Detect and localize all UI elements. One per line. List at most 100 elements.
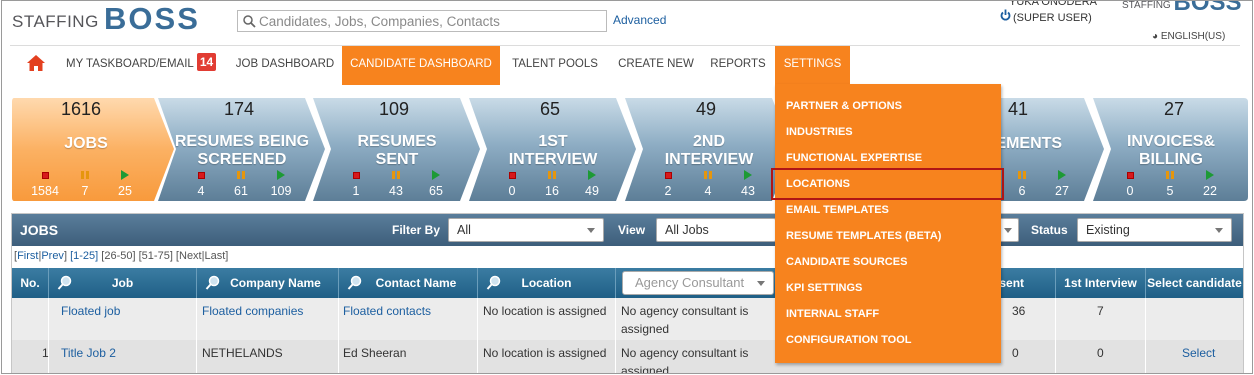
job-link[interactable]: Title Job 2 — [61, 346, 116, 360]
select-candidate-link[interactable]: Select — [1182, 346, 1215, 360]
paused-stat[interactable]: 7 — [72, 169, 98, 198]
stopped-stat[interactable]: 1 — [343, 169, 369, 198]
nav-settings[interactable]: SETTINGS — [775, 46, 850, 85]
job-link[interactable]: Floated job — [61, 304, 120, 318]
stopped-stat[interactable]: 4 — [188, 169, 214, 198]
stage-count: 49 — [695, 99, 717, 119]
magnifier-icon[interactable] — [57, 275, 73, 291]
magnifier-icon[interactable] — [347, 275, 363, 291]
chevron-down-icon — [757, 281, 765, 286]
paused-stat[interactable]: 43 — [383, 169, 409, 198]
nav-job-dashboard[interactable]: JOB DASHBOARD — [232, 46, 338, 85]
menu-item-functional-expertise[interactable]: FUNCTIONAL EXPERTISE — [786, 152, 922, 164]
menu-item-internal-staff[interactable]: INTERNAL STAFF — [786, 308, 879, 320]
cell-divider — [48, 298, 49, 341]
pipeline-stage-1st-interview[interactable]: 65 1ST INTERVIEW 0 16 49 — [468, 97, 638, 202]
filter-by-label: Filter By — [392, 223, 441, 237]
pipeline-stage-resumes-screened[interactable]: 174 RESUMES BEING SCREENED 4 61 109 — [157, 97, 327, 202]
client-logo-text: STAFFING — [1122, 0, 1171, 11]
stopped-count: 0 — [508, 184, 516, 198]
active-stat[interactable]: 109 — [268, 169, 294, 198]
pager-first[interactable]: First — [17, 250, 38, 262]
paused-stat[interactable]: 6 — [1009, 169, 1035, 198]
stopped-stat[interactable]: 0 — [1117, 169, 1143, 198]
filter-by-select[interactable]: All — [448, 218, 604, 242]
table-row[interactable]: Floated job Floated companies Floated co… — [12, 298, 1243, 341]
active-count: 27 — [1055, 184, 1069, 198]
menu-item-email-templates[interactable]: EMAIL TEMPLATES — [786, 204, 889, 216]
company-link[interactable]: Floated companies — [202, 304, 303, 318]
view-select[interactable]: All Jobs — [656, 218, 776, 242]
col-company[interactable]: Company Name — [197, 268, 339, 298]
stopped-stat[interactable]: 2 — [655, 169, 681, 198]
pager-range-2[interactable]: [26-50] — [101, 250, 135, 262]
home-icon[interactable] — [26, 54, 46, 72]
user-info[interactable]: YUKA ONODERA (SUPER USER) — [999, 0, 1098, 25]
agency-consultant-filter[interactable]: Agency Consultant — [622, 271, 774, 295]
stage-stats: 4 61 109 — [167, 169, 315, 198]
status-select[interactable]: Existing — [1077, 218, 1232, 242]
cell-divider — [338, 298, 339, 341]
pager-range-3[interactable]: [51-75] — [139, 250, 173, 262]
col-contact[interactable]: Contact Name — [339, 268, 478, 298]
nav-talent-pools[interactable]: TALENT POOLS — [507, 46, 603, 85]
pipeline-stage-jobs[interactable]: 1616 JOBS 1584 7 25 — [11, 97, 176, 202]
menu-item-industries[interactable]: INDUSTRIES — [786, 126, 853, 138]
active-stat[interactable]: 65 — [423, 169, 449, 198]
pager-prev[interactable]: Prev — [41, 250, 64, 262]
search-input[interactable] — [259, 13, 599, 29]
nav-reports[interactable]: REPORTS — [707, 46, 769, 85]
active-stat[interactable]: 49 — [579, 169, 605, 198]
jobs-panel: JOBS Filter By All View All Jobs Status … — [11, 213, 1244, 373]
menu-item-resume-templates[interactable]: RESUME TEMPLATES (BETA) — [786, 230, 941, 242]
staffingboss-logo[interactable]: STAFFING BOSS — [12, 1, 200, 37]
nav-create-new[interactable]: CREATE NEW — [615, 46, 697, 85]
active-stat[interactable]: 22 — [1197, 169, 1223, 198]
nav-my-taskboard[interactable]: MY TASKBOARD/EMAIL 14 — [66, 46, 217, 85]
magnifier-icon[interactable] — [486, 275, 502, 291]
stop-icon — [352, 171, 360, 179]
paused-stat[interactable]: 4 — [695, 169, 721, 198]
power-icon[interactable] — [1000, 9, 1011, 25]
stage-stats: 0 5 22 — [1096, 169, 1244, 198]
pipeline-stage-2nd-interview[interactable]: 49 2ND INTERVIEW 2 4 43 — [624, 97, 794, 202]
menu-item-partner-options[interactable]: PARTNER & OPTIONS — [786, 100, 902, 112]
pager-next[interactable]: Next — [179, 250, 202, 262]
resumes-sent-cell: 36 — [1012, 304, 1026, 318]
stopped-stat[interactable]: 1584 — [31, 169, 59, 198]
pipeline-stage-invoices-billing[interactable]: 27 INVOICES& BILLING 0 5 22 — [1092, 97, 1252, 202]
user-role: (SUPER USER) — [1013, 12, 1092, 24]
user-name: YUKA ONODERA — [1009, 0, 1098, 8]
contact-link[interactable]: Floated contacts — [343, 304, 431, 318]
menu-item-locations[interactable]: LOCATIONS — [786, 178, 850, 190]
col-job[interactable]: Job — [49, 268, 197, 298]
location-cell: No location is assigned — [483, 304, 607, 318]
job-cell: Title Job 2 — [61, 344, 116, 362]
active-stat[interactable]: 25 — [112, 169, 138, 198]
magnifier-icon[interactable] — [205, 275, 221, 291]
col-location[interactable]: Location — [478, 268, 616, 298]
menu-item-kpi-settings[interactable]: KPI SETTINGS — [786, 282, 862, 294]
paused-stat[interactable]: 61 — [228, 169, 254, 198]
table-row[interactable]: 1 Title Job 2 NETHELANDS Ed Sheeran No l… — [12, 340, 1243, 373]
advanced-search-link[interactable]: Advanced — [613, 13, 666, 27]
logo-bold-text: BOSS — [104, 1, 200, 36]
nav-my-taskboard-label: MY TASKBOARD/EMAIL — [66, 58, 194, 70]
paused-stat[interactable]: 16 — [539, 169, 565, 198]
stopped-stat[interactable]: 0 — [499, 169, 525, 198]
row-number-cell: 1 — [42, 346, 49, 360]
cell-divider — [615, 298, 616, 341]
active-count: 49 — [585, 184, 599, 198]
menu-item-candidate-sources[interactable]: CANDIDATE SOURCES — [786, 256, 907, 268]
stopped-count: 2 — [664, 184, 672, 198]
active-stat[interactable]: 43 — [735, 169, 761, 198]
active-stat[interactable]: 27 — [1049, 169, 1075, 198]
menu-item-configuration-tool[interactable]: CONFIGURATION TOOL — [786, 334, 911, 346]
pipeline-stage-resumes-sent[interactable]: 109 RESUMES SENT 1 43 65 — [312, 97, 482, 202]
nav-candidate-dashboard[interactable]: CANDIDATE DASHBOARD — [342, 46, 500, 85]
pager-range-1[interactable]: [1-25] — [70, 250, 98, 262]
paused-stat[interactable]: 5 — [1157, 169, 1183, 198]
language-selector[interactable]: ◕ ENGLISH(US) — [1152, 31, 1225, 42]
pause-icon — [392, 171, 400, 179]
pager-last[interactable]: Last — [204, 250, 225, 262]
